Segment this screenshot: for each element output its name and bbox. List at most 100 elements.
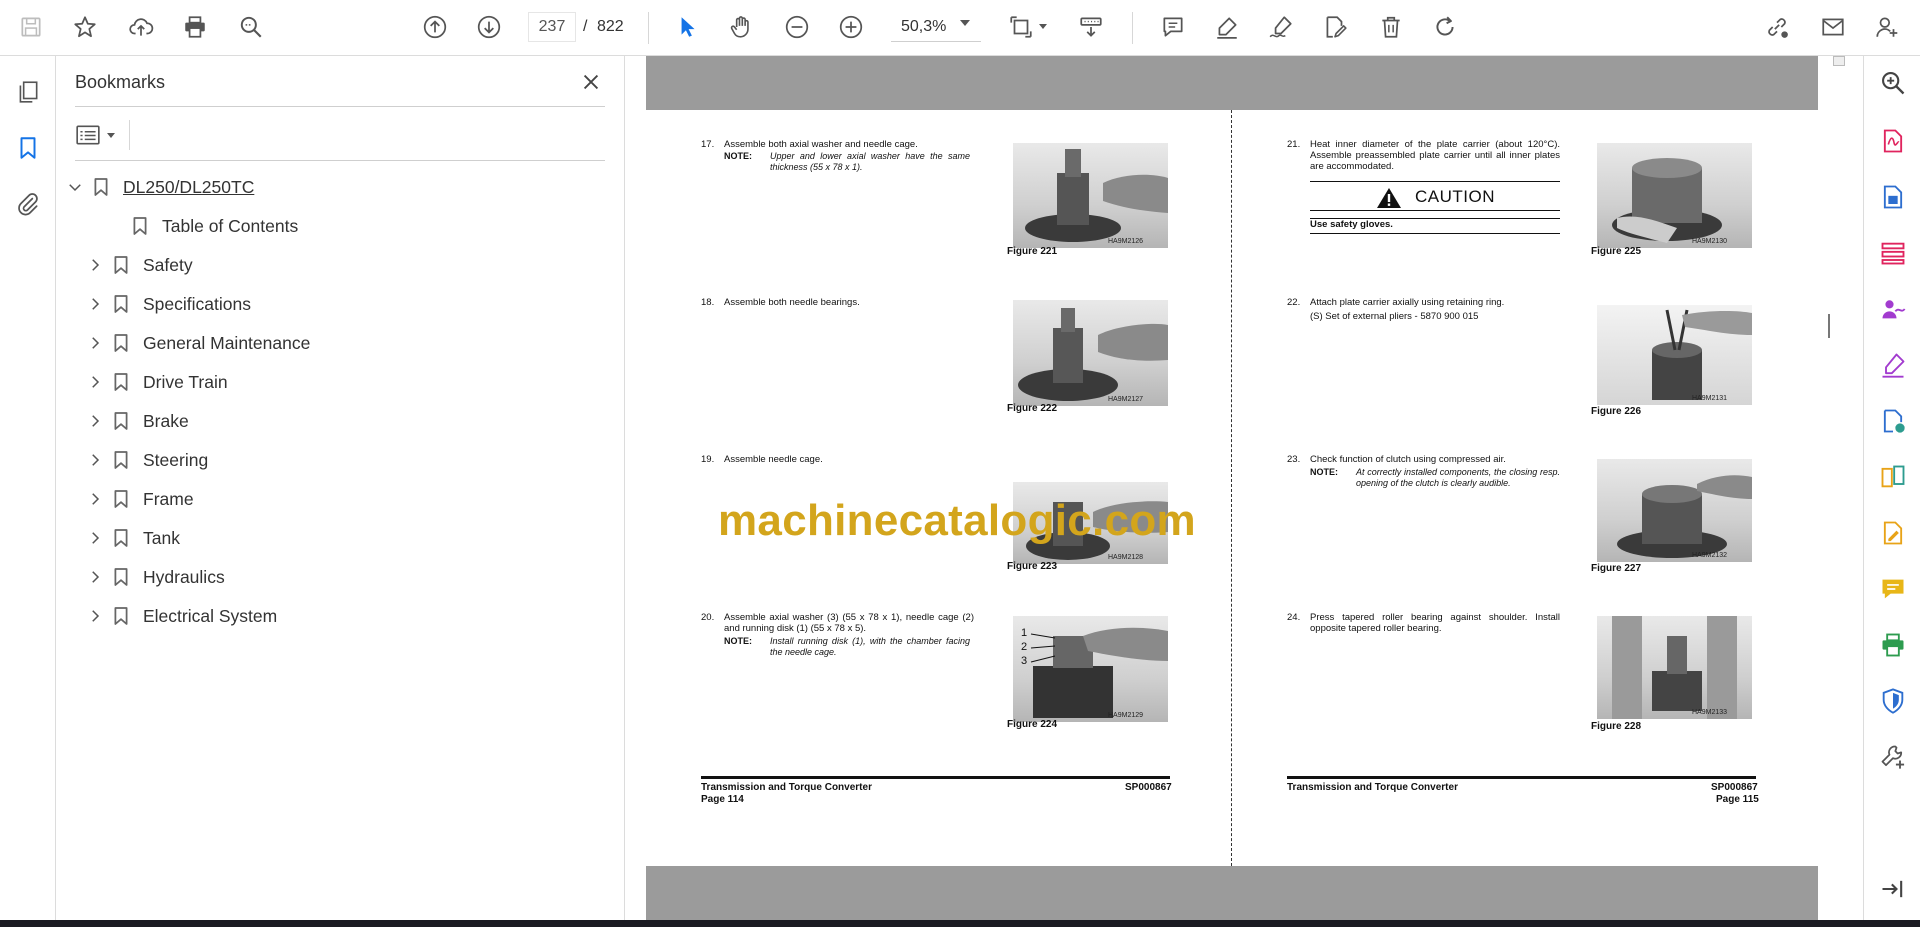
highlight-icon[interactable] <box>1210 10 1244 44</box>
bookmarks-title: Bookmarks <box>75 72 166 92</box>
chevron-right-icon[interactable] <box>85 255 105 275</box>
page-thumbnails-icon[interactable] <box>10 74 46 110</box>
edit-pdf-icon[interactable] <box>1876 516 1910 550</box>
watermark-text: machinecatalogic.com <box>718 496 1196 545</box>
bookmarks-panel: Bookmarks DL250/DL250TC Table of Content… <box>57 56 625 920</box>
page-gap <box>646 866 1818 920</box>
attachments-icon[interactable] <box>10 186 46 222</box>
bookmark-item[interactable]: Hydraulics <box>85 561 225 593</box>
bookmarks-icon[interactable] <box>10 130 46 166</box>
chevron-right-icon[interactable] <box>85 411 105 431</box>
page-number-input[interactable] <box>528 12 576 42</box>
scroll-position-marker[interactable] <box>1828 314 1830 338</box>
bookmark-item[interactable]: Frame <box>85 483 194 515</box>
chevron-right-icon[interactable] <box>85 567 105 587</box>
search-zoom-icon[interactable] <box>234 10 268 44</box>
edit-text-icon[interactable] <box>1318 10 1352 44</box>
page-up-icon[interactable] <box>418 10 452 44</box>
organize-pages-icon[interactable] <box>1876 236 1910 270</box>
protect-icon[interactable] <box>1876 684 1910 718</box>
chevron-right-icon[interactable] <box>85 528 105 548</box>
bookmark-icon <box>111 604 131 628</box>
footer-code: SP000867 <box>1711 782 1758 793</box>
callout-1: 1 <box>1021 627 1028 639</box>
cursor-icon[interactable] <box>670 10 704 44</box>
chevron-right-icon[interactable] <box>85 372 105 392</box>
bookmark-item[interactable]: Specifications <box>85 288 251 320</box>
taskbar-edge <box>0 920 1920 927</box>
fit-page-chevron-icon[interactable] <box>1039 24 1047 29</box>
collapse-panel-icon[interactable] <box>1876 872 1910 906</box>
create-pdf-icon[interactable] <box>1876 180 1910 214</box>
scrollbar-thumb[interactable] <box>1833 56 1845 66</box>
bookmark-icon <box>111 487 131 511</box>
account-icon[interactable] <box>1870 10 1904 44</box>
page-down-icon[interactable] <box>472 10 506 44</box>
figure-photo: HA9M2131 <box>1597 305 1752 405</box>
zoom-level-select[interactable]: 50,3% <box>891 12 981 42</box>
upload-icon[interactable] <box>124 10 158 44</box>
hand-icon[interactable] <box>724 10 758 44</box>
export-pdf-icon[interactable] <box>1876 124 1910 158</box>
print-icon[interactable] <box>178 10 212 44</box>
zoom-in-icon[interactable] <box>834 10 868 44</box>
bookmark-item[interactable]: Electrical System <box>85 600 277 632</box>
sign-icon[interactable] <box>1264 10 1298 44</box>
zoom-tool-icon[interactable] <box>1876 66 1910 100</box>
bookmark-item[interactable]: Safety <box>85 249 193 281</box>
page-spread[interactable]: 17. Assemble both axial washer and needl… <box>646 110 1818 866</box>
warning-icon <box>1377 188 1401 208</box>
compare-icon[interactable] <box>1876 460 1910 494</box>
scroll-mode-icon[interactable] <box>1074 10 1108 44</box>
zoom-out-icon[interactable] <box>780 10 814 44</box>
figure-code: HA9M2127 <box>1108 396 1144 403</box>
bookmark-item[interactable]: Tank <box>85 522 180 554</box>
figure-caption: Figure 223 <box>1007 561 1058 572</box>
close-icon[interactable] <box>577 68 605 96</box>
chevron-down-icon[interactable] <box>960 20 970 26</box>
chevron-right-icon[interactable] <box>85 294 105 314</box>
chevron-right-icon[interactable] <box>85 450 105 470</box>
bookmark-label: Electrical System <box>143 605 278 626</box>
bookmark-label: Brake <box>143 410 189 431</box>
document-viewport[interactable]: 17. Assemble both axial washer and needl… <box>626 56 1862 920</box>
bookmark-item[interactable]: Steering <box>85 444 208 476</box>
delete-icon[interactable] <box>1374 10 1408 44</box>
note-text: At correctly installed components, the c… <box>1356 467 1560 488</box>
figure-caption: Figure 221 <box>1007 246 1058 257</box>
save-icon[interactable] <box>14 10 48 44</box>
chevron-down-icon[interactable] <box>65 177 85 197</box>
figure-code: HA9M2130 <box>1692 238 1728 245</box>
star-icon[interactable] <box>68 10 102 44</box>
chevron-down-icon <box>107 132 115 138</box>
figure-code: HA9M2129 <box>1108 712 1144 719</box>
bookmark-options-button[interactable] <box>75 120 125 150</box>
footer-title: Transmission and Torque Converter <box>701 782 872 793</box>
bookmark-item[interactable]: Brake <box>85 405 189 437</box>
comment-icon[interactable] <box>1156 10 1190 44</box>
note-label: NOTE: <box>724 636 752 646</box>
chevron-right-icon[interactable] <box>85 333 105 353</box>
vertical-scrollbar[interactable] <box>1829 56 1862 920</box>
print-production-icon[interactable] <box>1876 628 1910 662</box>
send-for-review-icon[interactable] <box>1876 404 1910 438</box>
bookmark-item[interactable]: General Maintenance <box>85 327 310 359</box>
bookmark-item[interactable]: Drive Train <box>85 366 228 398</box>
chevron-right-icon[interactable] <box>85 489 105 509</box>
fit-page-icon[interactable] <box>1004 10 1038 44</box>
email-icon[interactable] <box>1816 10 1850 44</box>
footer-rule <box>1287 776 1756 779</box>
bookmark-item[interactable]: Table of Contents <box>104 210 298 242</box>
list-options-icon <box>76 125 100 145</box>
fill-sign-icon[interactable] <box>1876 348 1910 382</box>
bookmark-root[interactable]: DL250/DL250TC <box>65 171 254 203</box>
chevron-right-icon[interactable] <box>85 606 105 626</box>
rotate-icon[interactable] <box>1428 10 1462 44</box>
comment-tool-icon[interactable] <box>1876 572 1910 606</box>
request-signature-icon[interactable] <box>1876 292 1910 326</box>
zoom-level-value: 50,3% <box>901 17 947 35</box>
share-link-icon[interactable] <box>1760 10 1794 44</box>
bookmark-label: Drive Train <box>143 371 228 392</box>
more-tools-icon[interactable] <box>1876 740 1910 774</box>
bookmark-icon <box>111 565 131 589</box>
